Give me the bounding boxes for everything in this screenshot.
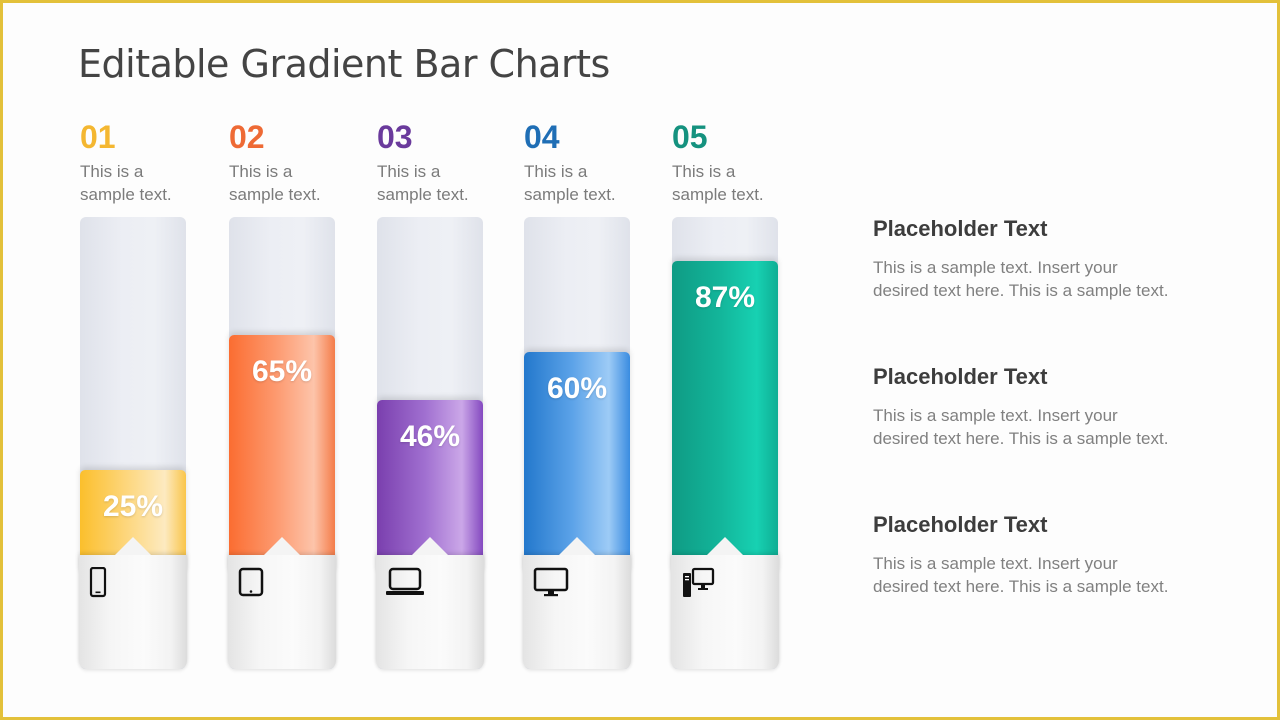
column-text-line: This is a [524, 162, 588, 181]
column-text-line: This is a [229, 162, 293, 181]
bar-value-label: 65% [251, 355, 313, 388]
column-text-line: sample text. [672, 185, 764, 204]
placeholder-heading: Placeholder Text [873, 364, 1048, 389]
bar-base [523, 537, 631, 669]
slide-frame [0, 0, 1280, 720]
placeholder-heading: Placeholder Text [873, 216, 1048, 241]
bar-value-label: 46% [399, 420, 461, 453]
pointer-notch [559, 537, 595, 555]
column-text-line: sample text. [229, 185, 321, 204]
column-text-line: sample text. [377, 185, 469, 204]
bar: 25% [79, 217, 187, 669]
column-number: 03 [377, 119, 413, 155]
tablet-icon [238, 567, 272, 599]
bar: 87% [671, 217, 779, 669]
column-header: 04 This is a sample text. [524, 118, 632, 206]
placeholder-block: Placeholder Text This is a sample text. … [873, 364, 1233, 450]
bar-base [671, 537, 779, 669]
bar-base [79, 537, 187, 669]
column-number: 02 [229, 119, 265, 155]
pointer-notch [115, 537, 151, 555]
bar: 60% [523, 217, 631, 669]
bar: 65% [228, 217, 336, 669]
column-number: 01 [80, 119, 116, 155]
bar-base [228, 537, 336, 669]
column-header: 01 This is a sample text. [80, 118, 188, 206]
placeholder-body-line: desired text here. This is a sample text… [873, 577, 1169, 596]
column-text-line: This is a [672, 162, 736, 181]
monitor-icon [533, 567, 569, 599]
column-header: 03 This is a sample text. [377, 118, 485, 206]
pointer-notch [412, 537, 448, 555]
placeholder-body-line: desired text here. This is a sample text… [873, 429, 1169, 448]
placeholder-body-line: This is a sample text. Insert your [873, 554, 1118, 573]
smartphone-icon [89, 566, 123, 599]
placeholder-heading: Placeholder Text [873, 512, 1048, 537]
column-header: 05 This is a sample text. [672, 118, 780, 206]
desktop-computer-icon [681, 567, 715, 599]
column-text-line: This is a [80, 162, 144, 181]
placeholder-body-line: This is a sample text. Insert your [873, 406, 1118, 425]
pointer-notch [264, 537, 300, 555]
page-title: Editable Gradient Bar Charts [78, 42, 610, 86]
pointer-notch [707, 537, 743, 555]
placeholder-body-line: This is a sample text. Insert your [873, 258, 1118, 277]
column-header: 02 This is a sample text. [229, 118, 337, 206]
column-text-line: sample text. [524, 185, 616, 204]
bar-value-label: 25% [102, 490, 164, 523]
bar: 46% [376, 217, 484, 669]
bar-value-label: 60% [546, 372, 608, 405]
column-number: 04 [524, 119, 560, 155]
bar-value-label: 87% [694, 281, 756, 314]
bar-base [376, 537, 484, 669]
laptop-icon [386, 567, 424, 599]
placeholder-block: Placeholder Text This is a sample text. … [873, 512, 1233, 598]
placeholder-block: Placeholder Text This is a sample text. … [873, 216, 1233, 302]
placeholder-body-line: desired text here. This is a sample text… [873, 281, 1169, 300]
column-text-line: This is a [377, 162, 441, 181]
column-text-line: sample text. [80, 185, 172, 204]
column-number: 05 [672, 119, 708, 155]
